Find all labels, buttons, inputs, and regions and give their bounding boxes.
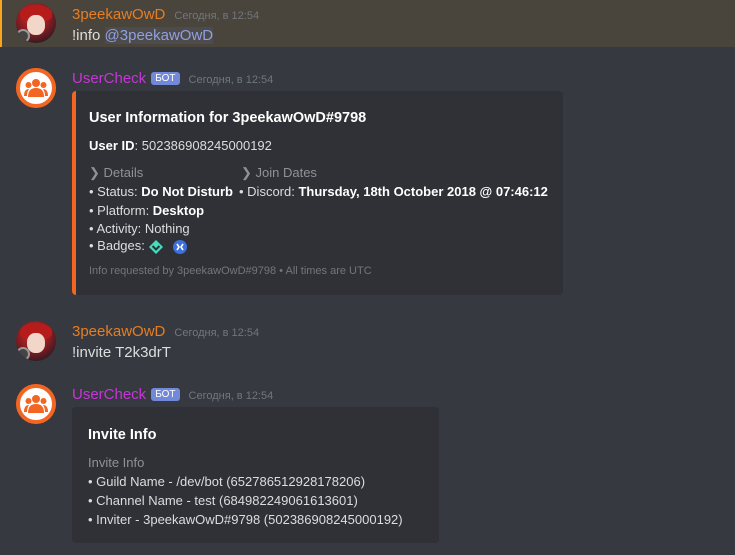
username[interactable]: 3peekawOwD	[72, 6, 165, 23]
timestamp: Сегодня, в 12:54	[188, 74, 274, 86]
bot-avatar[interactable]	[16, 68, 56, 108]
channel-name-line: • Channel Name - test (68498224906161360…	[88, 493, 358, 508]
bot-avatar[interactable]	[16, 384, 56, 424]
bot-username[interactable]: UserCheck	[72, 70, 146, 87]
invite-info-embed: Invite Info Invite Info • Guild Name - /…	[72, 407, 439, 543]
embed-title: User Information for 3peekawOwD#9798	[89, 110, 367, 126]
activity-line: • Activity: Nothing	[89, 221, 190, 236]
badges-line: • Badges:	[89, 238, 188, 255]
message-text: !invite T2k3drT	[72, 344, 171, 361]
message-3: 3peekawOwD Сегодня, в 12:54 !invite T2k3…	[0, 318, 735, 368]
user-avatar[interactable]	[16, 321, 56, 361]
embed-title: Invite Info	[88, 427, 157, 443]
timestamp: Сегодня, в 12:54	[188, 390, 274, 402]
discord-join-date: Thursday, 18th October 2018 @ 07:46:12	[298, 184, 548, 199]
platform-value: Desktop	[152, 203, 205, 218]
timestamp: Сегодня, в 12:54	[174, 327, 260, 339]
bot-tag: БОТ	[151, 72, 180, 85]
message-4: UserCheck БОТ Сегодня, в 12:54 Invite In…	[0, 376, 735, 546]
message-content: !info @3peekawOwD	[72, 27, 214, 44]
status-value: Do Not Disturb	[141, 184, 233, 199]
message-2: UserCheck БОТ Сегодня, в 12:54 User Info…	[0, 60, 735, 305]
bot-username[interactable]: UserCheck	[72, 386, 146, 403]
status-label: • Status:	[89, 184, 142, 199]
users-icon	[24, 395, 48, 413]
early-supporter-badge-icon[interactable]	[172, 239, 188, 255]
user-mention[interactable]: @3peekawOwD	[104, 27, 214, 44]
badges-label: • Badges:	[89, 238, 149, 253]
hypesquad-balance-badge-icon[interactable]	[148, 239, 164, 255]
user-info-embed: User Information for 3peekawOwD#9798 Use…	[72, 91, 563, 295]
message-text: !info	[72, 27, 105, 44]
timestamp: Сегодня, в 12:54	[174, 10, 260, 22]
platform-label: • Platform:	[89, 203, 153, 218]
user-id-label: User ID	[89, 138, 135, 153]
message-1: 3peekawOwD Сегодня, в 12:54 !info @3peek…	[0, 0, 735, 47]
users-icon	[24, 79, 48, 97]
join-dates-header: ❯ Join Dates	[241, 165, 317, 180]
platform-line: • Platform: Desktop	[89, 203, 204, 218]
username[interactable]: 3peekawOwD	[72, 323, 165, 340]
discord-label: • Discord:	[239, 184, 299, 199]
details-header: ❯ Details	[89, 165, 144, 180]
embed-subtitle: Invite Info	[88, 455, 145, 470]
embed-footer: Info requested by 3peekawOwD#9798 • All …	[89, 265, 372, 277]
discord-join-line: • Discord: Thursday, 18th October 2018 @…	[239, 184, 548, 199]
guild-name-line: • Guild Name - /dev/bot (652786512928178…	[88, 474, 366, 489]
user-avatar[interactable]	[16, 3, 56, 43]
inviter-line: • Inviter - 3peekawOwD#9798 (50238690824…	[88, 512, 403, 527]
user-id-line: User ID: 502386908245000192	[89, 138, 272, 153]
status-line: • Status: Do Not Disturb	[89, 184, 233, 199]
user-id-value: : 502386908245000192	[134, 138, 272, 153]
bot-tag: БОТ	[151, 388, 180, 401]
